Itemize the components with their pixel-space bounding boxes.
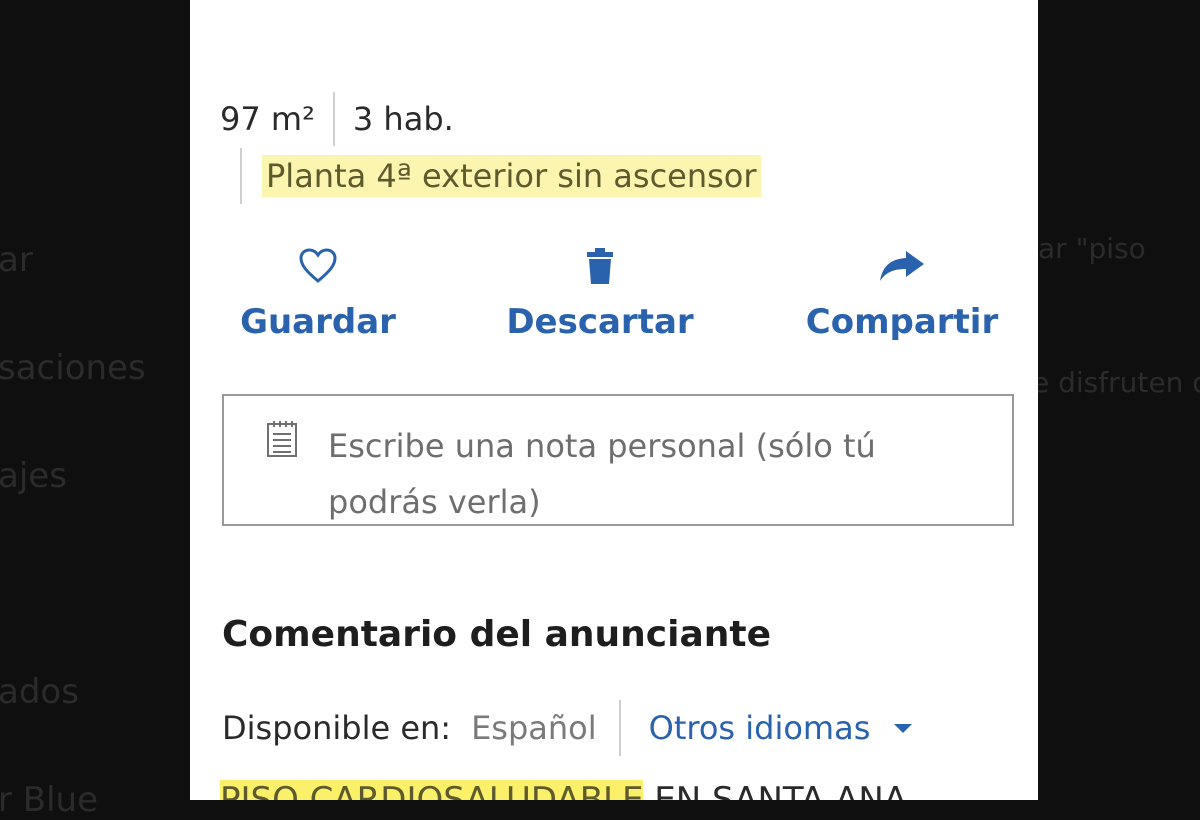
save-label: Guardar [240,302,396,342]
area-value: 97 m² [220,100,315,138]
language-selector-row: Disponible en: Español Otros idiomas [222,700,913,756]
background-text: ar [0,240,33,280]
divider [618,700,621,756]
rooms-value: 3 hab. [352,100,454,138]
background-text: ar "piso [1038,232,1146,265]
other-languages-label: Otros idiomas [648,709,871,747]
available-in-label: Disponible en: [222,709,452,747]
current-language: Español [471,709,597,747]
notepad-icon [266,420,298,462]
background-text: ados [0,672,79,712]
background-text: r Blue [0,780,99,820]
advertiser-comment-heading: Comentario del anunciante [222,614,772,655]
description-rest: EN SANTA ANA [643,780,908,800]
discard-label: Descartar [506,302,694,342]
share-button[interactable]: Compartir [802,240,1002,342]
background-text: ajes [0,456,67,496]
divider [240,148,242,204]
action-bar: Guardar Descartar Compartir [190,240,1038,350]
floor-value: Planta 4ª exterior sin ascensor [262,155,761,197]
other-languages-dropdown[interactable]: Otros idiomas [649,709,913,747]
description-highlight: PISO CARDIOSALUDABLE [220,780,644,800]
heart-icon [238,240,398,292]
listing-panel: 97 m² 3 hab. Planta 4ª exterior sin asce… [190,0,1038,800]
trash-icon [505,240,695,292]
background-text: saciones [0,348,146,388]
floor-feature: Planta 4ª exterior sin ascensor [220,148,761,204]
divider [332,92,335,146]
share-label: Compartir [805,302,999,342]
note-placeholder: Escribe una nota personal (sólo tú podrá… [328,427,876,521]
personal-note-field[interactable]: Escribe una nota personal (sólo tú podrá… [222,394,1014,526]
share-arrow-icon [802,240,1002,292]
description-text: PISO CARDIOSALUDABLE EN SANTA ANA [220,780,907,800]
discard-button[interactable]: Descartar [505,240,695,342]
listing-features: 97 m² 3 hab. [220,92,454,146]
save-button[interactable]: Guardar [238,240,398,342]
chevron-down-icon [894,723,913,733]
background-text: e disfruten d [1032,366,1200,399]
